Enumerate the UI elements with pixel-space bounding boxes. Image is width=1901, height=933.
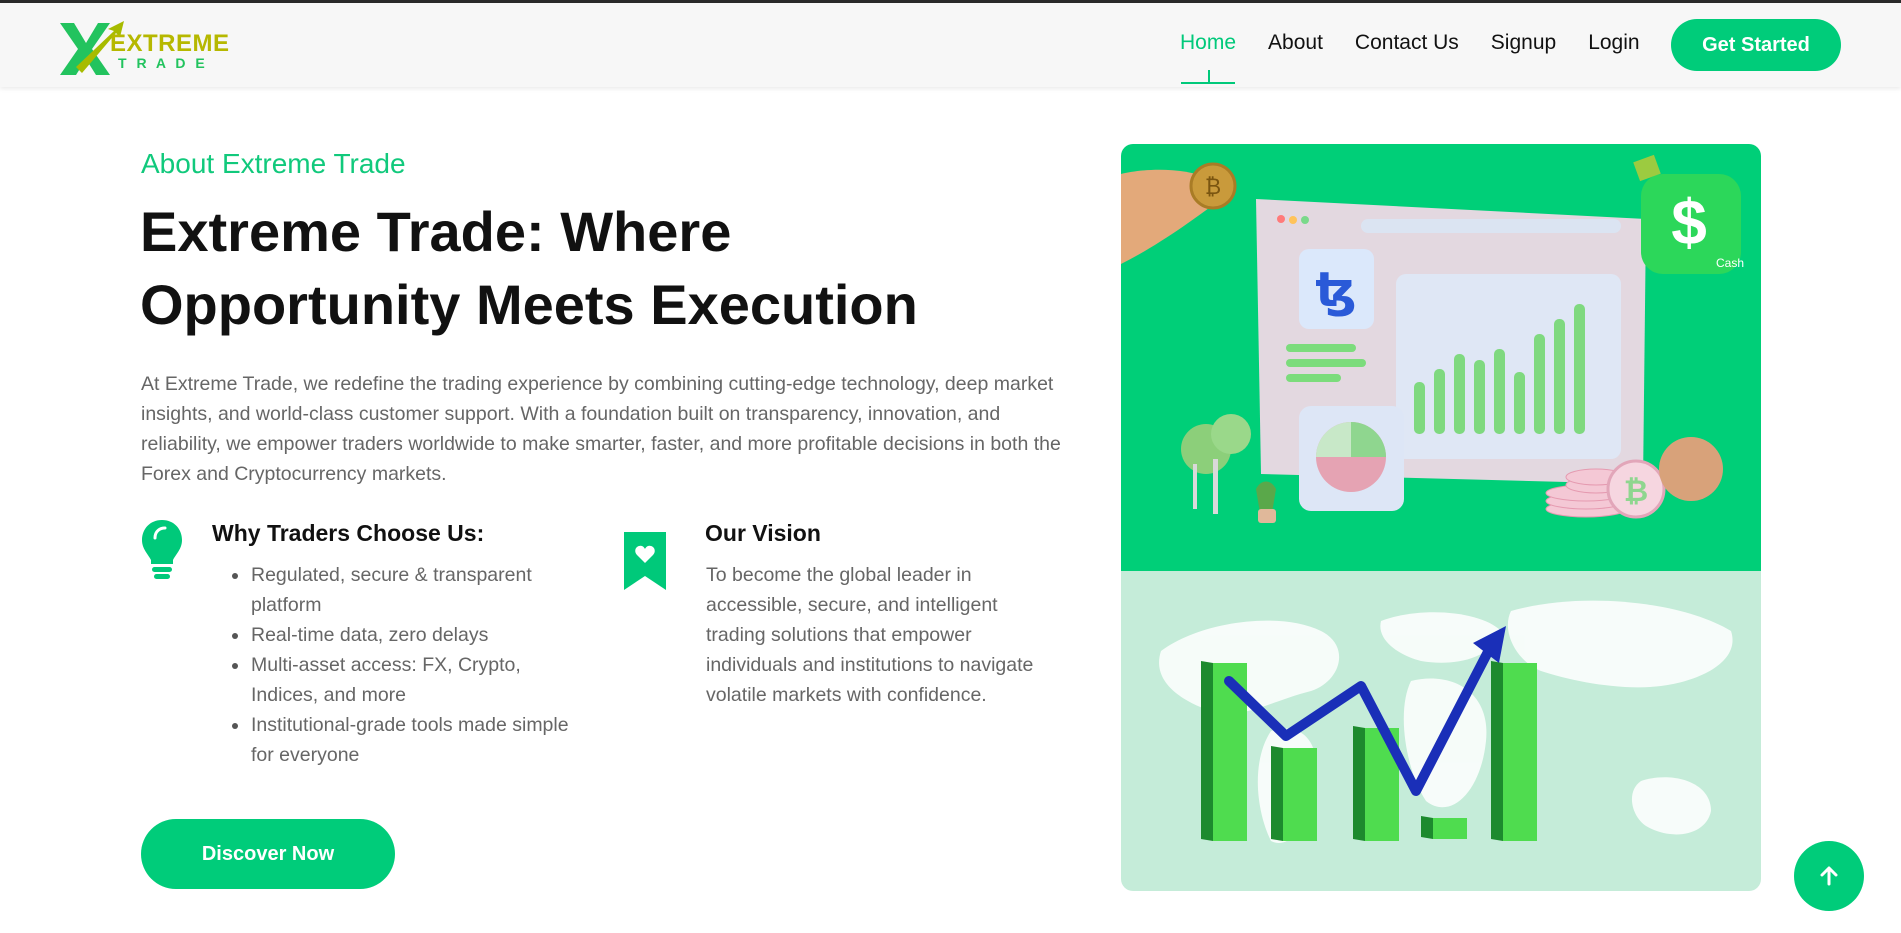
scroll-to-top-button[interactable] — [1794, 841, 1864, 911]
list-item: Real-time data, zero delays — [214, 620, 574, 650]
nav-contact-us[interactable]: Contact Us — [1355, 31, 1459, 55]
main-nav: Home About Contact Us Signup Login — [1180, 31, 1672, 84]
get-started-button[interactable]: Get Started — [1671, 19, 1841, 71]
title-line-1: Extreme Trade: Where — [140, 200, 732, 263]
tezos-symbol: ꜩ — [1315, 262, 1356, 318]
nav-home[interactable]: Home — [1180, 31, 1236, 84]
nav-login[interactable]: Login — [1588, 31, 1639, 55]
trading-dashboard-illustration: ₿ ꜩ $ Cash ₿ — [1121, 144, 1761, 571]
vision-title: Our Vision — [705, 520, 821, 546]
coin-bitcoin-symbol: ₿ — [1205, 175, 1221, 200]
title-line-2: Opportunity Meets Execution — [140, 273, 918, 336]
growth-chart-illustration — [1121, 571, 1761, 891]
why-list: Regulated, secure & transparent platform… — [214, 560, 574, 770]
nav-about[interactable]: About — [1268, 31, 1323, 55]
lightbulb-icon — [141, 518, 183, 585]
dollar-symbol: $ — [1671, 186, 1707, 258]
list-item: Regulated, secure & transparent platform — [214, 560, 574, 620]
intro-paragraph: At Extreme Trade, we redefine the tradin… — [141, 373, 1061, 485]
logo-text-trade: T R A D E — [118, 55, 208, 71]
cash-label: Cash — [1716, 256, 1744, 270]
heart-bookmark-icon — [622, 530, 668, 597]
list-item: Institutional-grade tools made simple fo… — [214, 710, 574, 770]
list-item: Multi-asset access: FX, Crypto, Indices,… — [214, 650, 574, 710]
bitcoin-symbol: ₿ — [1624, 474, 1648, 509]
vision-text: To become the global leader in accessibl… — [706, 564, 1034, 706]
brand-logo[interactable]: EXTREME T R A D E — [58, 17, 230, 75]
logo-text-extreme: EXTREME — [110, 30, 230, 57]
page-title: Extreme Trade: Where Opportunity Meets E… — [140, 195, 1000, 341]
arrow-up-icon — [1820, 866, 1838, 886]
nav-signup[interactable]: Signup — [1491, 31, 1556, 55]
why-title: Why Traders Choose Us: — [212, 520, 485, 546]
site-header: EXTREME T R A D E Home About Contact Us … — [0, 3, 1901, 87]
discover-now-button[interactable]: Discover Now — [141, 819, 395, 889]
section-eyebrow: About Extreme Trade — [141, 148, 406, 179]
